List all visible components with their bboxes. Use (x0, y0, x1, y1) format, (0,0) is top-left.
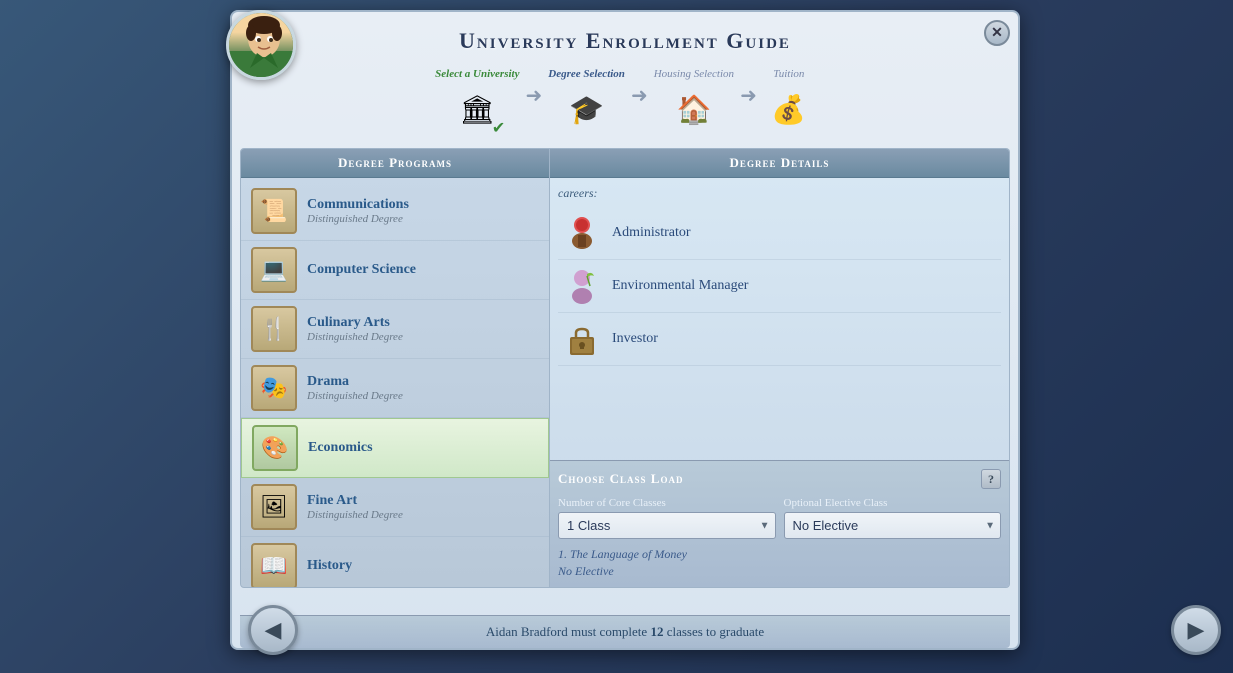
core-class-label: Number of Core Classes (558, 497, 776, 509)
step-label-housing: Housing Selection (654, 68, 734, 80)
degree-item-history[interactable]: 📖 History (241, 537, 549, 587)
close-button[interactable]: ✕ (984, 20, 1010, 46)
degree-info-cs: Computer Science (307, 262, 539, 278)
degree-item-economics[interactable]: 🎨 Economics (241, 418, 549, 478)
careers-label: careers: (558, 186, 1001, 201)
career-item-investor[interactable]: Investor (558, 313, 1001, 366)
modal-body: Degree Programs 📜 Communications Disting… (240, 148, 1010, 588)
modal-title: University Enrollment Guide (242, 28, 1008, 54)
elective-class-dropdown-wrapper: No Elective (784, 512, 1002, 539)
help-button[interactable]: ? (981, 469, 1001, 489)
career-icon-administrator (562, 213, 602, 253)
step-degree-selection[interactable]: Degree Selection 🎓 (548, 68, 625, 136)
degree-name-fine-art: Fine Art (307, 493, 539, 509)
degree-name-culinary: Culinary Arts (307, 315, 539, 331)
step-tuition[interactable]: Tuition 💰 (763, 68, 815, 136)
elective-class-label: Optional Elective Class (784, 497, 1002, 509)
back-button[interactable]: ◀ (248, 605, 298, 655)
elective-class-dropdown[interactable]: No Elective (784, 512, 1002, 539)
arrow-3: ➜ (740, 83, 757, 108)
arrow-1: ➜ (525, 83, 542, 108)
degree-type-communications: Distinguished Degree (307, 213, 539, 225)
step-icon-housing: 🏠 (668, 84, 720, 136)
class-load-title: Choose Class Load (558, 471, 683, 487)
left-panel: Degree Programs 📜 Communications Disting… (240, 148, 550, 588)
degree-icon-culinary: 🍴 (251, 306, 297, 352)
footer-bar: Aidan Bradford must complete 12 classes … (240, 615, 1010, 648)
step-icon-tuition: 💰 (763, 84, 815, 136)
degree-type-culinary: Distinguished Degree (307, 331, 539, 343)
careers-section: careers: Administrator (550, 178, 1009, 460)
degree-icon-economics: 🎨 (252, 425, 298, 471)
class-load-section: Choose Class Load ? Number of Core Class… (550, 460, 1009, 587)
degree-info-fine-art: Fine Art Distinguished Degree (307, 493, 539, 521)
dropdowns-row: Number of Core Classes 1 Class Optional … (558, 497, 1001, 539)
career-item-environmental-manager[interactable]: Environmental Manager (558, 260, 1001, 313)
step-label-tuition: Tuition (773, 68, 804, 80)
elective-entry: No Elective (558, 564, 1001, 579)
checkmark-icon: ✔ (492, 118, 505, 138)
forward-button[interactable]: ▶ (1171, 605, 1221, 655)
footer-text-suffix: classes to graduate (663, 624, 764, 639)
footer-count: 12 (650, 624, 663, 639)
core-class-dropdown-wrapper: 1 Class (558, 512, 776, 539)
degree-name-communications: Communications (307, 197, 539, 213)
degree-item-culinary-arts[interactable]: 🍴 Culinary Arts Distinguished Degree (241, 300, 549, 359)
career-item-administrator[interactable]: Administrator (558, 207, 1001, 260)
degree-type-fine-art: Distinguished Degree (307, 509, 539, 521)
career-icon-environmental-manager (562, 266, 602, 306)
career-name-environmental-manager: Environmental Manager (612, 278, 748, 294)
degree-name-economics: Economics (308, 440, 538, 456)
degree-icon-history: 📖 (251, 543, 297, 587)
step-icon-university: 🏛 ✔ (451, 84, 503, 136)
career-icon-investor (562, 319, 602, 359)
degree-item-computer-science[interactable]: 💻 Computer Science (241, 241, 549, 300)
degree-name-history: History (307, 558, 539, 574)
career-name-investor: Investor (612, 331, 658, 347)
degree-item-communications[interactable]: 📜 Communications Distinguished Degree (241, 182, 549, 241)
degree-info-culinary: Culinary Arts Distinguished Degree (307, 315, 539, 343)
modal-header: University Enrollment Guide (232, 12, 1018, 64)
step-icon-degree: 🎓 (561, 84, 613, 136)
class-load-header: Choose Class Load ? (558, 469, 1001, 489)
step-select-university[interactable]: Select a University 🏛 ✔ (435, 68, 519, 136)
degree-name-cs: Computer Science (307, 262, 539, 278)
core-class-dropdown[interactable]: 1 Class (558, 512, 776, 539)
degree-icon-fine-art: 🖼 (251, 484, 297, 530)
career-name-administrator: Administrator (612, 225, 691, 241)
degree-item-drama[interactable]: 🎭 Drama Distinguished Degree (241, 359, 549, 418)
degree-type-drama: Distinguished Degree (307, 390, 539, 402)
degree-programs-header: Degree Programs (241, 149, 549, 178)
right-panel: Degree Details careers: Administrator (550, 148, 1010, 588)
steps-bar: Select a University 🏛 ✔ ➜ Degree Selecti… (232, 64, 1018, 148)
elective-class-group: Optional Elective Class No Elective (784, 497, 1002, 539)
degree-icon-drama: 🎭 (251, 365, 297, 411)
class-entry: 1. The Language of Money (558, 547, 1001, 562)
step-label-degree: Degree Selection (548, 68, 625, 80)
degree-info-communications: Communications Distinguished Degree (307, 197, 539, 225)
step-label-select-university: Select a University (435, 68, 519, 80)
degree-item-fine-art[interactable]: 🖼 Fine Art Distinguished Degree (241, 478, 549, 537)
footer-text-prefix: Aidan Bradford must complete (486, 624, 651, 639)
arrow-2: ➜ (631, 83, 648, 108)
degree-icon-communications: 📜 (251, 188, 297, 234)
degree-info-economics: Economics (308, 440, 538, 456)
degree-info-history: History (307, 558, 539, 574)
avatar-face (229, 13, 293, 77)
step-housing-selection[interactable]: Housing Selection 🏠 (654, 68, 734, 136)
degree-list: 📜 Communications Distinguished Degree 💻 … (241, 178, 549, 587)
degree-info-drama: Drama Distinguished Degree (307, 374, 539, 402)
avatar (226, 10, 296, 80)
degree-details-header: Degree Details (550, 149, 1009, 178)
core-class-group: Number of Core Classes 1 Class (558, 497, 776, 539)
modal-container: ✕ University Enrollment Guide Select a U… (230, 10, 1020, 650)
degree-name-drama: Drama (307, 374, 539, 390)
degree-icon-cs: 💻 (251, 247, 297, 293)
